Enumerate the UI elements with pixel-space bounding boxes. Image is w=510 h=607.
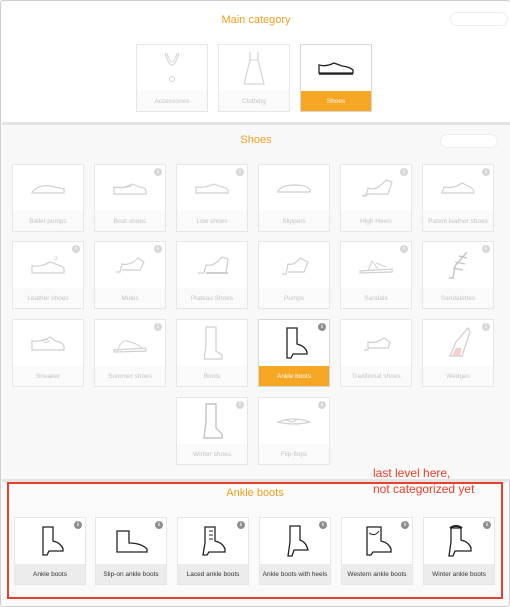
leaf-tile-winter-ankle-boots[interactable]: i Winter ankle boots xyxy=(423,517,495,585)
tile-label: Ballet pumps xyxy=(13,211,83,231)
info-icon[interactable]: i xyxy=(154,245,162,253)
slipper-icon xyxy=(259,165,329,211)
info-icon[interactable]: i xyxy=(237,521,245,529)
tile-label: Boots xyxy=(177,366,247,386)
tile-label: Sandals xyxy=(341,288,411,308)
info-icon[interactable]: i xyxy=(482,168,490,176)
panel-toggle-pill[interactable] xyxy=(450,12,508,26)
tile-label: Winter shoes xyxy=(177,444,247,464)
boot-icon xyxy=(177,320,247,366)
tile-label: Western ankle boots xyxy=(342,564,412,584)
shoe-tile-traditional-shoes[interactable]: Traditional shoes xyxy=(340,319,412,387)
shoe-tile-high-heels[interactable]: i High Heels xyxy=(340,164,412,232)
shoe-tile-plateau-shoes[interactable]: Plateau Shoes xyxy=(176,241,248,309)
shoe-tile-ballet-pumps[interactable]: Ballet pumps xyxy=(12,164,84,232)
tile-label: Laced ankle boots xyxy=(178,564,248,584)
shoe-tile-wedges[interactable]: i Wedges xyxy=(422,319,494,387)
info-icon[interactable]: i xyxy=(236,401,244,409)
tile-label: Ankle boots with heels xyxy=(260,564,330,584)
info-icon[interactable]: i xyxy=(482,245,490,253)
info-icon[interactable]: i xyxy=(482,323,490,331)
leaf-tile-ankle-boots-with-heels[interactable]: i Ankle boots with heels xyxy=(259,517,331,585)
pump-icon xyxy=(259,242,329,288)
leaf-tile-slip-on-ankle-boots[interactable]: i Slip-on ankle boots xyxy=(95,517,167,585)
leaf-tile-western-ankle-boots[interactable]: i Western ankle boots xyxy=(341,517,413,585)
tile-label: Patent leather shoes xyxy=(423,211,493,231)
tile-label: Leather shoes xyxy=(13,288,83,308)
shoe-tile-slippers[interactable]: Slippers xyxy=(258,164,330,232)
ballet-pump-icon xyxy=(13,165,83,211)
main-category-title: Main category xyxy=(221,14,291,26)
panel-toggle-pill[interactable] xyxy=(440,134,498,148)
leaf-tile-ankle-boots[interactable]: i Ankle boots xyxy=(14,517,86,585)
shoe-tile-sandals[interactable]: i Sandals xyxy=(340,241,412,309)
shoe-tile-winter-shoes[interactable]: i Winter shoes xyxy=(176,397,248,465)
dress-icon xyxy=(219,45,289,91)
tile-label: Sandalettes xyxy=(423,288,493,308)
tile-label: Sneaker xyxy=(13,366,83,386)
category-browser: Main category Accessories Clothing Shoes… xyxy=(0,0,510,607)
tile-label: Boat shoes xyxy=(95,211,165,231)
tile-label: Winter ankle boots xyxy=(424,564,494,584)
info-icon[interactable]: i xyxy=(319,521,327,529)
info-icon[interactable]: i xyxy=(318,323,326,331)
category-tile-accessories[interactable]: Accessories xyxy=(136,44,208,112)
tile-label: Ankle boots xyxy=(259,366,329,386)
info-icon[interactable]: i xyxy=(236,168,244,176)
info-icon[interactable]: i xyxy=(72,245,80,253)
tile-label: Traditional shoes xyxy=(341,366,411,386)
tile-label: Low shoes xyxy=(177,211,247,231)
info-icon[interactable]: i xyxy=(155,521,163,529)
shoes-panel: Shoes Ballet pumps i Boat shoes i Low sh… xyxy=(2,125,510,479)
shoe-tile-low-shoes[interactable]: i Low shoes xyxy=(176,164,248,232)
tile-label: Plateau Shoes xyxy=(177,288,247,308)
tile-label: Ankle boots xyxy=(15,564,85,584)
info-icon[interactable]: i xyxy=(74,521,82,529)
shoe-tile-flip-flops[interactable]: i Flip-flops xyxy=(258,397,330,465)
leaf-tile-laced-ankle-boots[interactable]: i Laced ankle boots xyxy=(177,517,249,585)
necklace-icon xyxy=(137,45,207,91)
shoe-tile-sandalettes[interactable]: i Sandalettes xyxy=(422,241,494,309)
info-icon[interactable]: i xyxy=(400,245,408,253)
tile-label: Slippers xyxy=(259,211,329,231)
plateau-shoe-icon xyxy=(177,242,247,288)
shoe-tile-pumps[interactable]: Pumps xyxy=(258,241,330,309)
info-icon[interactable]: i xyxy=(318,401,326,409)
info-icon[interactable]: i xyxy=(154,323,162,331)
tile-label: Slip-on ankle boots xyxy=(96,564,166,584)
shoe-tile-boat-shoes[interactable]: i Boat shoes xyxy=(94,164,166,232)
tile-label: Shoes xyxy=(301,91,371,111)
info-icon[interactable]: i xyxy=(401,521,409,529)
shoe-tile-sneaker[interactable]: Sneaker xyxy=(12,319,84,387)
tile-label: Pumps xyxy=(259,288,329,308)
shoe-icon xyxy=(301,45,371,91)
tile-label: Flip-flops xyxy=(259,444,329,464)
last-level-highlight: Ankle boots i Ankle boots i Slip-on ankl… xyxy=(7,482,503,599)
info-icon[interactable]: i xyxy=(483,521,491,529)
shoes-title: Shoes xyxy=(240,134,272,146)
category-tile-shoes[interactable]: Shoes xyxy=(300,44,372,112)
shoe-tile-leather-shoes[interactable]: 3 i Leather shoes xyxy=(12,241,84,309)
tile-label: Summer shoes xyxy=(95,366,165,386)
annotation-line-2: not categorized yet xyxy=(373,482,475,496)
tile-label: High Heels xyxy=(341,211,411,231)
tile-label: Mules xyxy=(95,288,165,308)
annotation-line-1: last level here, xyxy=(373,466,451,480)
main-category-panel: Main category Accessories Clothing Shoes xyxy=(2,2,510,122)
shoe-tile-boots[interactable]: Boots xyxy=(176,319,248,387)
svg-text:3: 3 xyxy=(54,256,58,262)
info-icon[interactable]: i xyxy=(400,168,408,176)
tile-label: Wedges xyxy=(423,366,493,386)
tile-label: Clothing xyxy=(219,91,289,111)
info-icon[interactable]: i xyxy=(154,168,162,176)
sneaker-icon xyxy=(13,320,83,366)
shoe-tile-summer-shoes[interactable]: i Summer shoes xyxy=(94,319,166,387)
traditional-shoe-icon xyxy=(341,320,411,366)
shoe-tile-mules[interactable]: i Mules xyxy=(94,241,166,309)
tile-label: Accessories xyxy=(137,91,207,111)
category-tile-clothing[interactable]: Clothing xyxy=(218,44,290,112)
shoe-tile-patent-leather-shoes[interactable]: i Patent leather shoes xyxy=(422,164,494,232)
annotation-note: last level here, not categorized yet xyxy=(373,465,474,497)
shoe-tile-ankle-boots[interactable]: i Ankle boots xyxy=(258,319,330,387)
